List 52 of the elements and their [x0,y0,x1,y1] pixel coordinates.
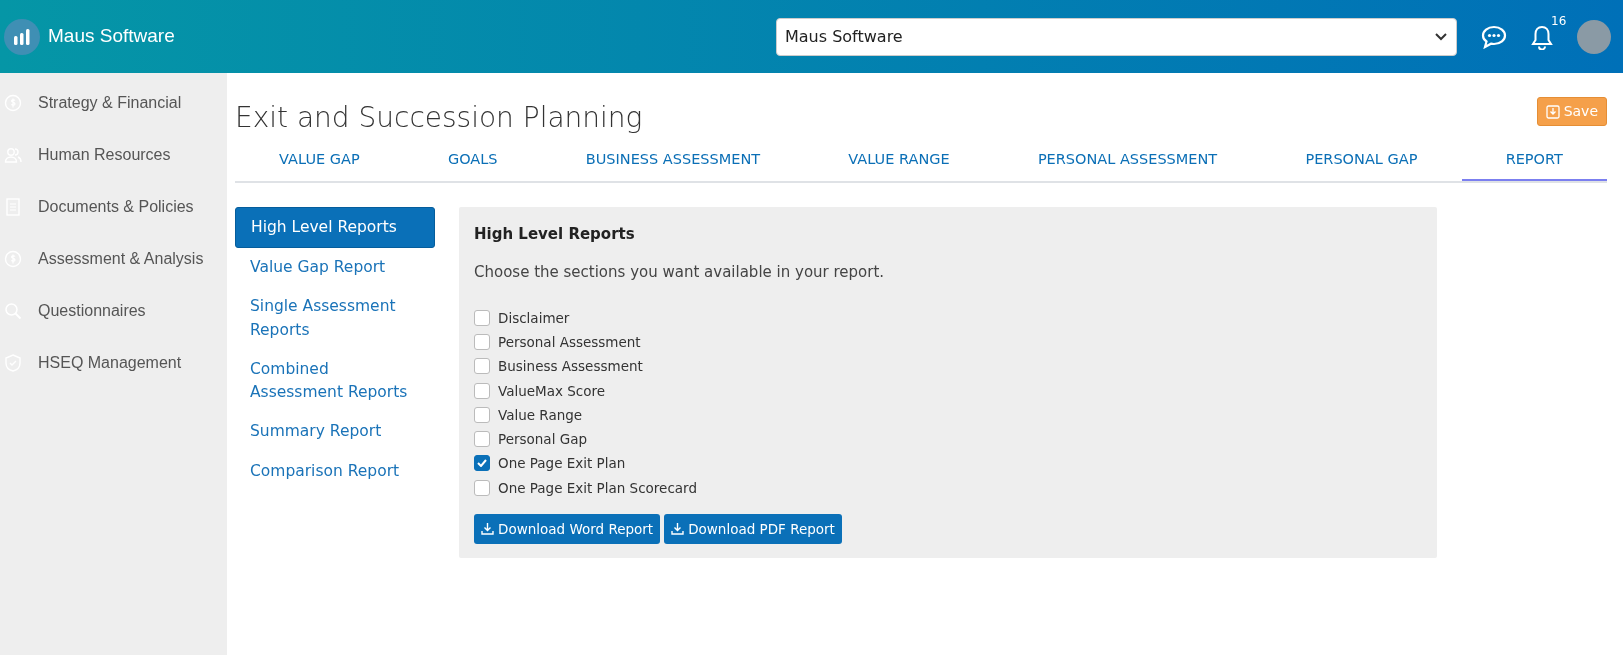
sidebar-item[interactable]: Questionnaires [0,285,227,337]
checkbox-label: Personal Assessment [498,333,641,352]
save-icon [1545,104,1560,119]
logo-icon [4,18,40,55]
checkbox[interactable] [474,406,490,423]
download-icon [481,522,494,536]
report-nav-link[interactable]: High Level Reports [235,206,435,248]
checkbox-label: Disclaimer [498,308,570,328]
report-nav-link[interactable]: Comparison Report [235,451,435,491]
download-button[interactable]: Download Word Report [474,513,661,544]
sidebar-item[interactable]: Documents & Policies [0,181,227,233]
brand-name: Maus Software [48,24,175,49]
tab[interactable]: VALUE GAP [235,143,404,181]
checkbox[interactable] [474,309,490,326]
checkbox-label: Business Assessment [498,357,643,377]
checkbox-label: One Page Exit Plan Scorecard [498,478,697,498]
checkbox-label: One Page Exit Plan [498,454,626,474]
sidebar-item[interactable]: HSEQ Management [0,337,227,389]
tab[interactable]: PERSONAL GAP [1261,143,1462,181]
download-button[interactable]: Download PDF Report [664,513,842,544]
bell-icon[interactable] [1531,23,1553,50]
checkbox[interactable] [474,479,490,496]
checkbox-label: Value Range [498,405,583,425]
panel-description: Choose the sections you want available in your report. [474,262,886,284]
report-nav-link[interactable]: Single Assessment Reports [235,287,435,350]
company-select[interactable]: Maus Software [776,17,1457,56]
checkbox[interactable] [474,358,490,375]
checkmark-icon [477,459,487,468]
chevron-down-icon [1434,31,1448,42]
checkbox[interactable] [474,455,490,472]
report-nav-link[interactable]: Combined Assessment Reports [235,349,435,413]
avatar[interactable] [1577,19,1611,54]
sidebar-item[interactable]: Assessment & Analysis [0,233,227,285]
download-icon [671,522,685,536]
tab[interactable]: PERSONAL ASSESSMENT [993,143,1262,181]
checkbox-label: ValueMax Score [498,381,606,401]
panel-title: High Level Reports [474,223,636,245]
page-title: Exit and Succession Planning [235,100,643,136]
checkbox[interactable] [474,382,490,399]
checkbox[interactable] [474,334,490,351]
checkbox-label: Personal Gap [498,430,587,449]
sidebar-item[interactable]: Strategy & Financial [0,77,227,129]
report-nav-link[interactable]: Summary Report [235,412,435,452]
chat-icon[interactable] [1481,24,1507,49]
report-nav-link[interactable]: Value Gap Report [235,248,435,288]
sidebar-item[interactable]: Human Resources [0,129,227,181]
tab[interactable]: BUSINESS ASSESSMENT [541,143,805,181]
tab[interactable]: GOALS [403,143,542,181]
tab[interactable]: VALUE RANGE [804,143,994,181]
tab[interactable]: REPORT [1461,143,1608,181]
checkbox[interactable] [474,431,490,448]
notification-count: 16 [1551,12,1567,30]
